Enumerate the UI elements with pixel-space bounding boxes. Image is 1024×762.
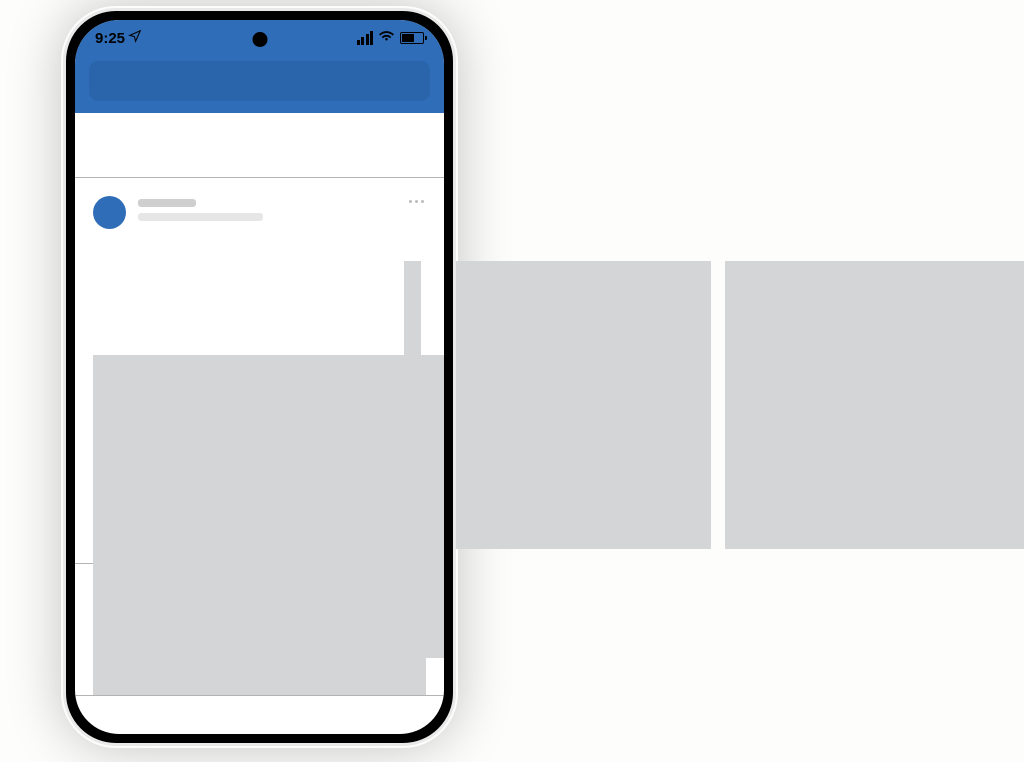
carousel-pane-1[interactable]: [93, 355, 444, 658]
more-options-icon[interactable]: [409, 200, 424, 203]
cell-signal-icon: [357, 31, 374, 45]
wifi-icon: [379, 28, 394, 48]
location-arrow-icon: [128, 29, 142, 48]
header-spacer: [75, 113, 444, 178]
carousel-pane-3[interactable]: [725, 261, 1024, 549]
post-title-skeleton: [138, 199, 263, 227]
phone-frame: 9:25: [63, 8, 456, 746]
app-header: 9:25: [75, 20, 444, 113]
post-header: [75, 178, 444, 243]
search-input[interactable]: [89, 61, 430, 101]
front-camera-icon: [252, 32, 267, 47]
battery-icon: [400, 32, 424, 44]
feed-post: [75, 178, 444, 564]
feed-scroll[interactable]: [75, 113, 444, 734]
clock-label: 9:25: [95, 30, 125, 47]
carousel-pane-2[interactable]: [421, 261, 711, 549]
status-left: 9:25: [95, 29, 142, 48]
status-right: [357, 28, 425, 48]
avatar[interactable]: [93, 196, 126, 229]
phone-screen: 9:25: [75, 20, 444, 734]
